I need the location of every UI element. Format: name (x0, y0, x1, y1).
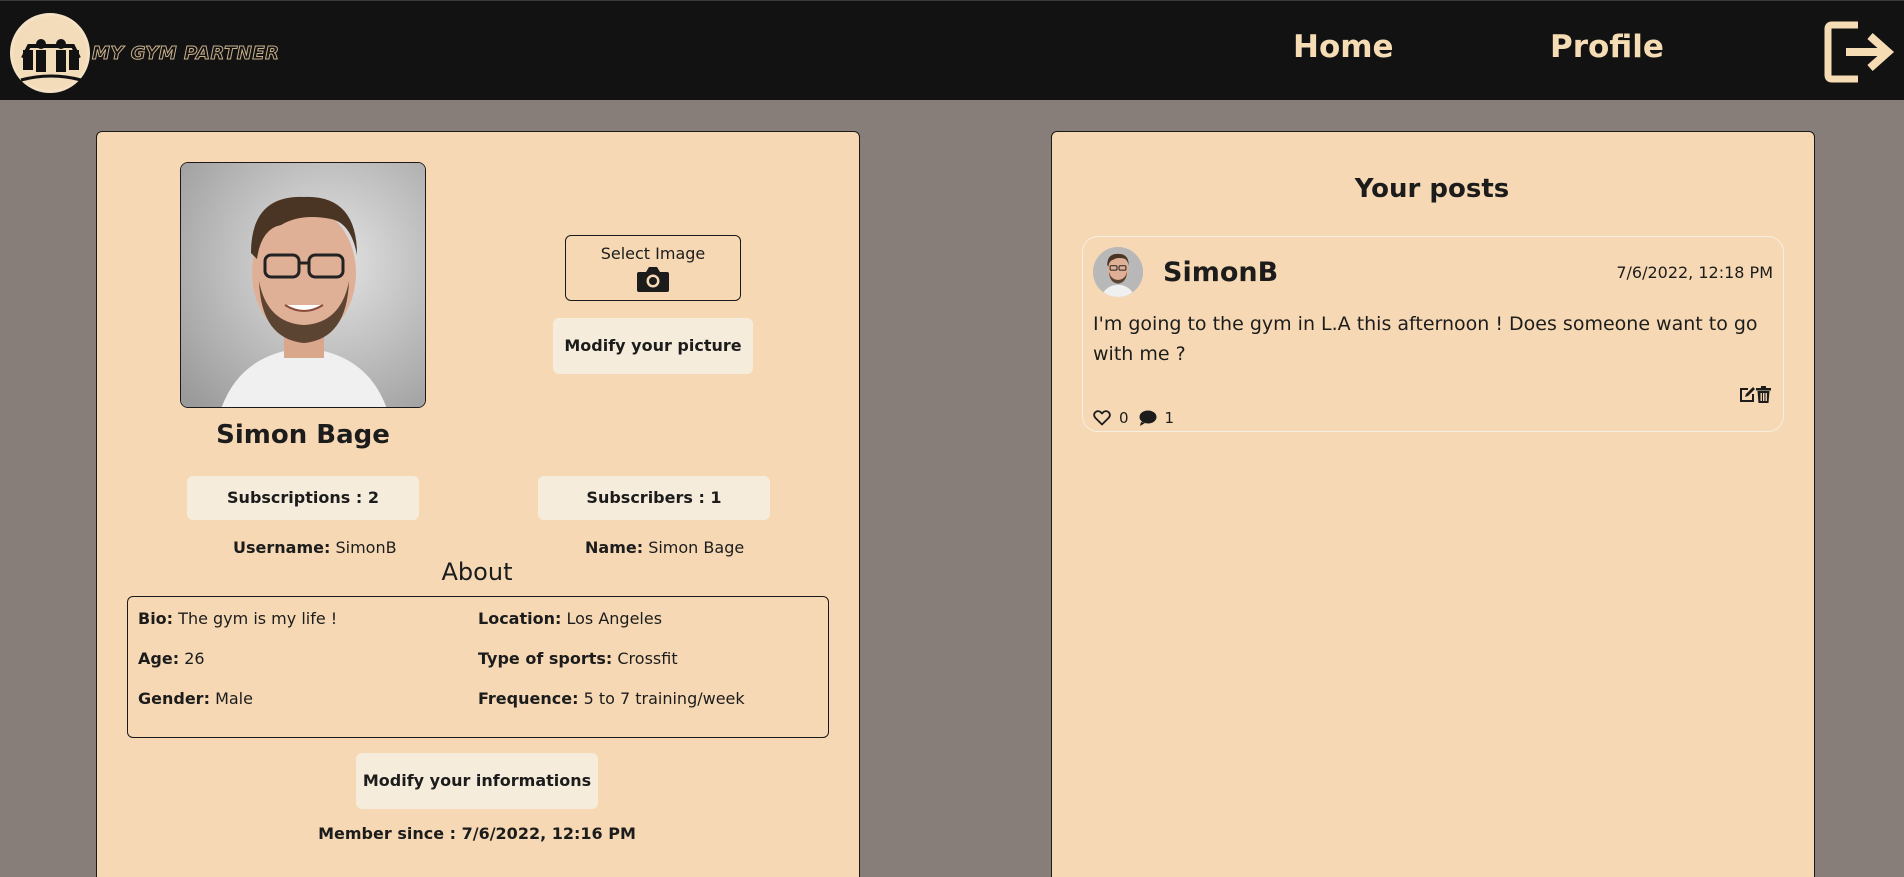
name-label: Name: (585, 538, 644, 557)
profile-full-name: Simon Bage (216, 420, 390, 450)
sports-label: Type of sports: (478, 649, 613, 668)
posts-title: Your posts (1354, 174, 1510, 204)
heart-icon[interactable] (1093, 410, 1111, 426)
select-image-label: Select Image (600, 244, 706, 263)
subscribers-button[interactable]: Subscribers : 1 (538, 476, 770, 520)
post-actions (1739, 386, 1771, 403)
comment-icon[interactable] (1139, 410, 1157, 426)
bio-value: The gym is my life ! (178, 609, 338, 628)
age-row: Age: 26 (138, 649, 205, 668)
post-item: SimonB 7/6/2022, 12:18 PM I'm going to t… (1082, 236, 1784, 432)
frequence-value: 5 to 7 training/week (583, 689, 745, 708)
post-username[interactable]: SimonB (1163, 257, 1278, 288)
comments-count: 1 (1164, 409, 1175, 427)
username-value: SimonB (335, 538, 397, 557)
sports-value: Crossfit (617, 649, 678, 668)
about-box: Bio: The gym is my life ! Age: 26 Gender… (127, 596, 829, 738)
post-stats: 0 1 (1093, 409, 1174, 427)
location-value: Los Angeles (566, 609, 663, 628)
username-row: Username: SimonB (233, 538, 397, 557)
frequence-label: Frequence: (478, 689, 579, 708)
logo-text: MY GYM PARTNER (92, 43, 280, 65)
profile-card: Simon Bage Select Image Modify your pict… (96, 131, 860, 877)
person-photo-icon (1093, 247, 1143, 297)
logo[interactable] (10, 13, 90, 93)
frequence-row: Frequence: 5 to 7 training/week (478, 689, 745, 708)
gender-value: Male (215, 689, 253, 708)
sports-row: Type of sports: Crossfit (478, 649, 678, 668)
select-image-button[interactable]: Select Image (565, 235, 741, 301)
modify-picture-button[interactable]: Modify your picture (553, 318, 753, 374)
name-value: Simon Bage (648, 538, 745, 557)
bio-label: Bio: (138, 609, 174, 628)
profile-picture (180, 162, 426, 408)
trash-icon[interactable] (1756, 386, 1771, 403)
bio-row: Bio: The gym is my life ! (138, 609, 337, 628)
posts-card: Your posts SimonB 7/6/2022, 12:18 PM I'm… (1051, 131, 1815, 877)
nav-home-link[interactable]: Home (1293, 29, 1394, 65)
age-value: 26 (184, 649, 205, 668)
post-avatar[interactable] (1093, 247, 1143, 297)
member-since: Member since : 7/6/2022, 12:16 PM (318, 824, 636, 843)
name-row: Name: Simon Bage (585, 538, 744, 557)
dumbbell-logo-icon (20, 39, 82, 82)
age-label: Age: (138, 649, 180, 668)
gender-row: Gender: Male (138, 689, 253, 708)
modify-informations-button[interactable]: Modify your informations (356, 753, 598, 809)
camera-icon (637, 267, 669, 292)
gender-label: Gender: (138, 689, 210, 708)
post-text: I'm going to the gym in L.A this afterno… (1093, 313, 1758, 365)
navbar: MY GYM PARTNER Home Profile (0, 0, 1904, 100)
nav-profile-link[interactable]: Profile (1550, 29, 1664, 65)
location-label: Location: (478, 609, 562, 628)
logout-icon[interactable] (1824, 19, 1896, 85)
post-date: 7/6/2022, 12:18 PM (1616, 263, 1773, 282)
subscriptions-button[interactable]: Subscriptions : 2 (187, 476, 419, 520)
person-photo-icon (181, 163, 425, 407)
username-label: Username: (233, 538, 331, 557)
edit-icon[interactable] (1739, 386, 1756, 403)
about-title: About (441, 558, 513, 586)
likes-count: 0 (1119, 409, 1129, 427)
location-row: Location: Los Angeles (478, 609, 662, 628)
